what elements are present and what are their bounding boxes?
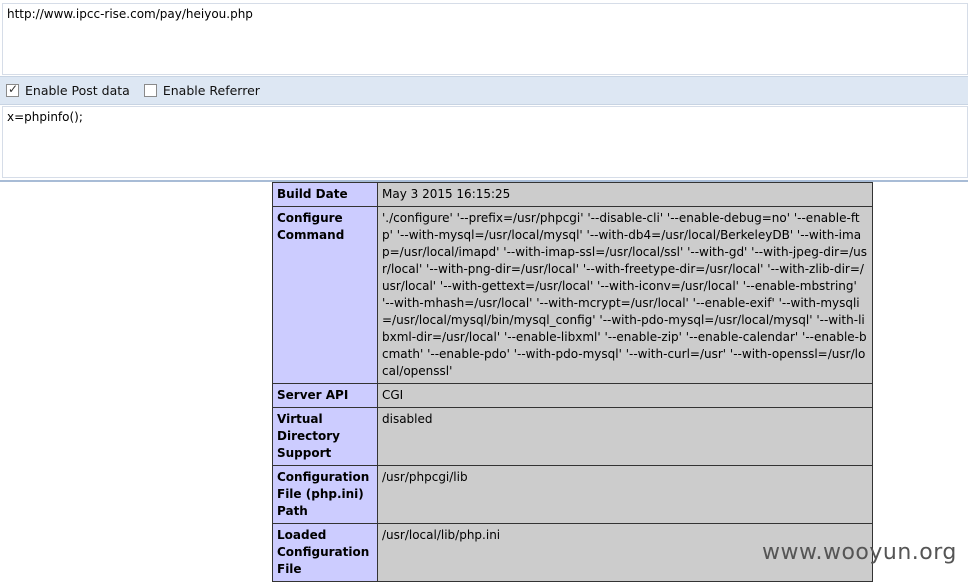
row-key: Configuration File (php.ini) Path — [272, 465, 378, 524]
hackbar-panel: http://www.ipcc-rise.com/pay/heiyou.php … — [0, 0, 968, 182]
url-textarea[interactable]: http://www.ipcc-rise.com/pay/heiyou.php — [2, 3, 968, 75]
row-value: './configure' '--prefix=/usr/phpcgi' '--… — [377, 206, 873, 384]
row-key: Server API — [272, 383, 378, 408]
row-value: disabled — [377, 407, 873, 466]
watermark: www.wooyun.org — [762, 540, 957, 565]
table-row: Build Date May 3 2015 16:15:25 — [272, 182, 873, 207]
enable-referrer-checkbox[interactable] — [143, 84, 157, 97]
table-row: Server API CGI — [272, 383, 873, 408]
post-data-textarea[interactable]: x=phpinfo(); — [2, 106, 968, 178]
enable-referrer-option[interactable]: Enable Referrer — [143, 83, 260, 98]
row-value: /usr/phpcgi/lib — [377, 465, 873, 524]
row-key: Loaded Configuration File — [272, 523, 378, 582]
row-value: CGI — [377, 383, 873, 408]
enable-post-option[interactable]: Enable Post data — [6, 82, 130, 98]
enable-post-checkbox[interactable] — [6, 82, 19, 97]
row-value: May 3 2015 16:15:25 — [377, 182, 873, 207]
table-row: Configuration File (php.ini) Path /usr/p… — [272, 465, 873, 524]
options-bar: Enable Post data Enable Referrer — [0, 76, 968, 105]
row-key: Build Date — [272, 182, 378, 207]
enable-referrer-label: Enable Referrer — [162, 83, 260, 98]
table-row: Configure Command './configure' '--prefi… — [272, 206, 873, 384]
phpinfo-table: Build Date May 3 2015 16:15:25 Configure… — [272, 170, 873, 582]
enable-post-label: Enable Post data — [25, 83, 130, 98]
row-key: Virtual Directory Support — [272, 407, 378, 466]
row-key: Configure Command — [272, 206, 378, 384]
table-row: Virtual Directory Support disabled — [272, 407, 873, 466]
